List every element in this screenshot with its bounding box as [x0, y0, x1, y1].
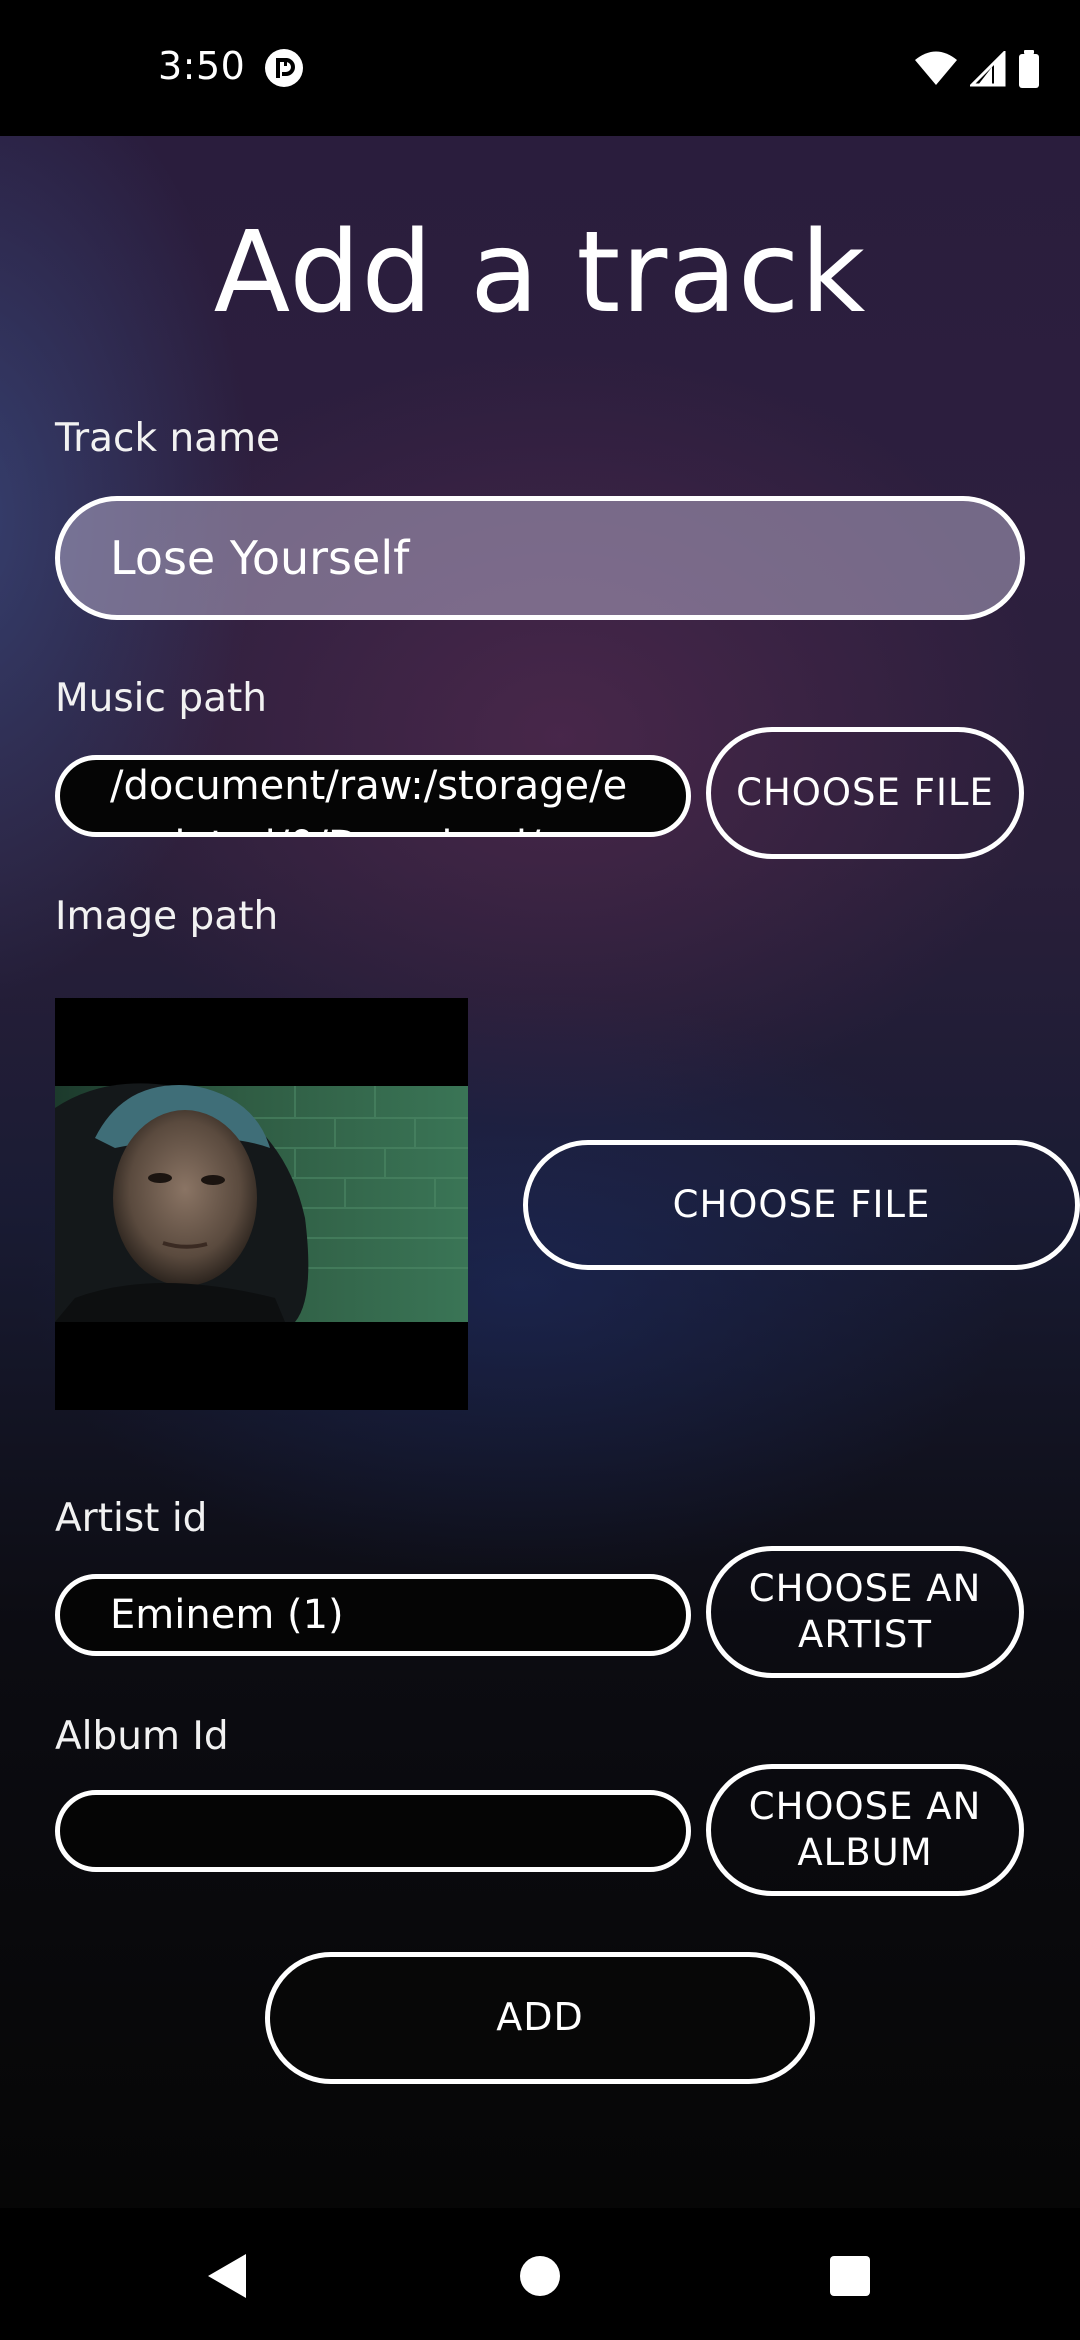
track-image-preview: [55, 998, 468, 1410]
choose-artist-button[interactable]: CHOOSE AN ARTIST: [706, 1546, 1024, 1678]
add-track-screen: Add a track Track name Lose Yourself Mus…: [0, 136, 1080, 2208]
image-path-label: Image path: [55, 894, 279, 939]
home-icon: [520, 2256, 560, 2296]
status-icons: [914, 50, 1040, 88]
music-path-value: /document/raw:/storage/emulated/0/Downlo…: [110, 763, 628, 832]
artist-id-input[interactable]: Eminem (1): [55, 1574, 691, 1656]
music-path-input[interactable]: /document/raw:/storage/emulated/0/Downlo…: [55, 755, 691, 837]
artist-id-label: Artist id: [55, 1496, 208, 1541]
music-path-label: Music path: [55, 676, 268, 721]
wifi-icon: [915, 51, 957, 85]
track-name-label: Track name: [55, 416, 281, 461]
choose-album-button[interactable]: CHOOSE AN ALBUM: [706, 1764, 1024, 1896]
recents-button[interactable]: [820, 2248, 880, 2304]
battery-icon: [1019, 50, 1039, 88]
artist-id-value: Eminem (1): [110, 1592, 344, 1638]
status-time: 3:50: [158, 44, 246, 88]
track-artwork: [55, 998, 468, 1410]
album-id-input[interactable]: [55, 1790, 691, 1872]
track-name-value: Lose Yourself: [110, 531, 410, 585]
album-id-label: Album Id: [55, 1714, 229, 1759]
recents-icon: [830, 2256, 870, 2296]
back-icon: [208, 2254, 246, 2298]
navigation-bar: [0, 2208, 1080, 2340]
page-title: Add a track: [213, 208, 867, 338]
home-button[interactable]: [510, 2248, 570, 2304]
back-button[interactable]: [196, 2248, 256, 2304]
add-button[interactable]: ADD: [265, 1952, 815, 2084]
status-bar: 3:50: [0, 0, 1080, 136]
pocket-casts-icon: [265, 49, 303, 87]
choose-music-file-button[interactable]: CHOOSE FILE: [706, 727, 1024, 859]
track-name-input[interactable]: Lose Yourself: [55, 496, 1025, 620]
cellular-signal-icon: [970, 51, 1006, 87]
choose-image-file-button[interactable]: CHOOSE FILE: [523, 1140, 1080, 1270]
screen: 3:50 Add a track Track name Lose Yoursel…: [0, 0, 1080, 2340]
